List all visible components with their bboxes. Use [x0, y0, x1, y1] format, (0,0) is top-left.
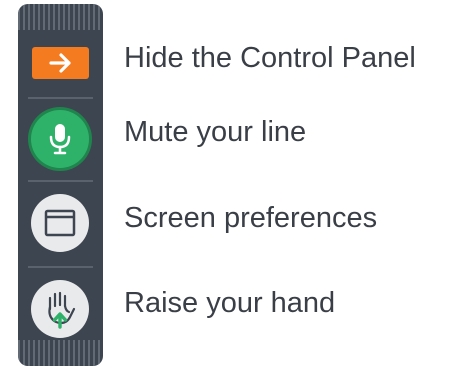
panel-grip-bottom[interactable] — [18, 340, 103, 366]
screen-preferences-label: Screen preferences — [124, 202, 378, 234]
mute-line-label: Mute your line — [124, 116, 307, 148]
microphone-icon — [47, 122, 73, 156]
hide-control-panel-button[interactable] — [32, 47, 89, 79]
hide-control-panel-label: Hide the Control Panel — [124, 42, 416, 74]
arrow-right-icon — [48, 52, 74, 74]
panel-divider — [28, 266, 93, 268]
raise-hand-button[interactable] — [31, 280, 89, 338]
panel-divider — [28, 97, 93, 99]
raise-hand-icon — [42, 289, 78, 329]
panel-grip-top[interactable] — [18, 4, 103, 30]
control-panel — [18, 4, 103, 366]
raise-hand-label: Raise your hand — [124, 287, 336, 319]
screen-preferences-button[interactable] — [31, 194, 89, 252]
panel-divider — [28, 180, 93, 182]
mute-line-button[interactable] — [31, 110, 89, 168]
window-icon — [44, 209, 76, 237]
control-panel-legend: Hide the Control Panel Mute your line Sc… — [0, 0, 467, 369]
